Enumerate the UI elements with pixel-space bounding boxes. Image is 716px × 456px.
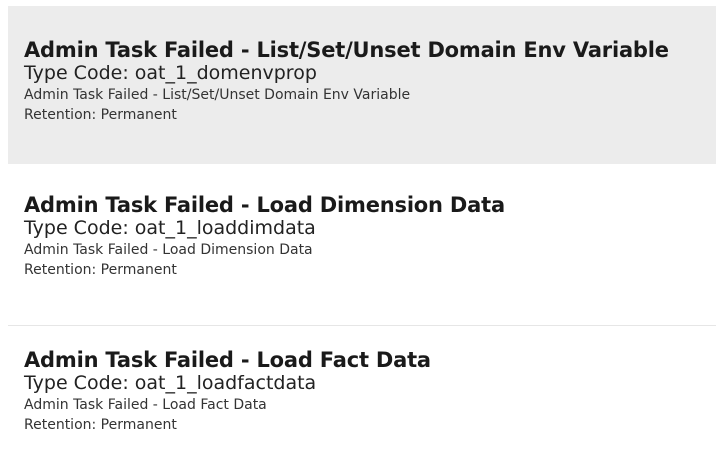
item-type-code: Type Code: oat_1_loaddimdata xyxy=(24,217,316,239)
item-retention: Retention: Permanent xyxy=(24,417,177,433)
item-retention: Retention: Permanent xyxy=(24,107,177,123)
event-type-list: Admin Task Failed - List/Set/Unset Domai… xyxy=(0,0,716,456)
item-description: Admin Task Failed - List/Set/Unset Domai… xyxy=(24,87,411,103)
item-description: Admin Task Failed - Load Dimension Data xyxy=(24,242,313,258)
item-type-code: Type Code: oat_1_loadfactdata xyxy=(24,372,317,394)
list-item[interactable]: Admin Task Failed - Load Fact Data Type … xyxy=(8,325,716,456)
list-item[interactable]: Admin Task Failed - Load Dimension Data … xyxy=(8,179,716,305)
item-description: Admin Task Failed - Load Fact Data xyxy=(24,397,267,413)
list-item[interactable]: Admin Task Failed - List/Set/Unset Domai… xyxy=(8,6,716,164)
item-retention: Retention: Permanent xyxy=(24,262,177,278)
item-title: Admin Task Failed - Load Dimension Data xyxy=(24,193,505,217)
item-title: Admin Task Failed - List/Set/Unset Domai… xyxy=(24,38,669,62)
item-title: Admin Task Failed - Load Fact Data xyxy=(24,348,431,372)
item-type-code: Type Code: oat_1_domenvprop xyxy=(24,62,317,84)
